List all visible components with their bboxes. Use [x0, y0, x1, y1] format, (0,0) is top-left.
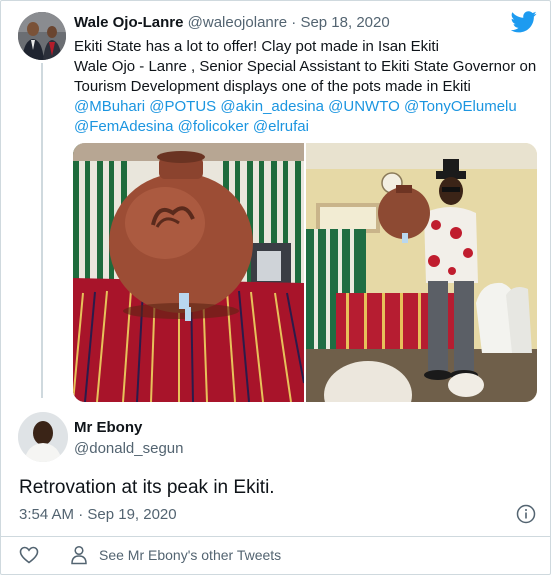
reply-author-name[interactable]: Mr Ebony: [74, 419, 142, 436]
tweet-photo-man-holding-pot[interactable]: [306, 143, 537, 402]
person-icon[interactable]: [70, 545, 88, 565]
tweet-header: Wale Ojo-Lanre @waleojolanre · Sep 18, 2…: [74, 14, 390, 31]
mentions-line: @MBuhari @POTUS @akin_adesina @UNWTO @To…: [74, 97, 536, 117]
mentions-line: @FemAdesina @folicoker @elrufai: [74, 117, 536, 137]
twitter-bird-icon[interactable]: [511, 11, 537, 33]
mention-link[interactable]: @MBuhari: [74, 98, 145, 115]
mention-link[interactable]: @UNWTO: [328, 98, 400, 115]
tweet-text-line: Tourism Development displays one of the …: [74, 78, 471, 95]
mention-link[interactable]: @TonyOElumelu: [404, 98, 517, 115]
author-handle[interactable]: @waleojolanre: [188, 14, 287, 31]
see-other-tweets-link[interactable]: See Mr Ebony's other Tweets: [99, 547, 281, 563]
embedded-tweet-card: Wale Ojo-Lanre @waleojolanre · Sep 18, 2…: [0, 0, 551, 575]
author-avatar[interactable]: [18, 12, 66, 60]
reply-text: Retrovation at its peak in Ekiti.: [19, 477, 275, 498]
mention-link[interactable]: @akin_adesina: [220, 98, 324, 115]
reply-author-handle[interactable]: @donald_segun: [74, 440, 183, 457]
tweet-date[interactable]: Sep 18, 2020: [300, 14, 389, 31]
reply-author-avatar[interactable]: [18, 412, 68, 462]
tweet-photo-clay-pot[interactable]: [73, 143, 304, 402]
footer-divider: [1, 536, 550, 537]
info-icon[interactable]: [516, 504, 536, 524]
thread-connector: [41, 63, 43, 398]
header-separator: ·: [291, 14, 297, 31]
heart-icon[interactable]: [19, 545, 39, 565]
reply-timestamp[interactable]: 3:54 AM · Sep 19, 2020: [19, 506, 177, 523]
mention-link[interactable]: @elrufai: [253, 118, 309, 135]
mention-link[interactable]: @FemAdesina: [74, 118, 173, 135]
tweet-text-line: Ekiti State has a lot to offer! Clay pot…: [74, 38, 439, 55]
mention-link[interactable]: @folicoker: [178, 118, 249, 135]
tweet-text-line: Wale Ojo - Lanre , Senior Special Assist…: [74, 58, 537, 75]
tweet-text: Ekiti State has a lot to offer! Clay pot…: [74, 37, 536, 137]
mention-link[interactable]: @POTUS: [149, 98, 216, 115]
author-name[interactable]: Wale Ojo-Lanre: [74, 14, 183, 31]
